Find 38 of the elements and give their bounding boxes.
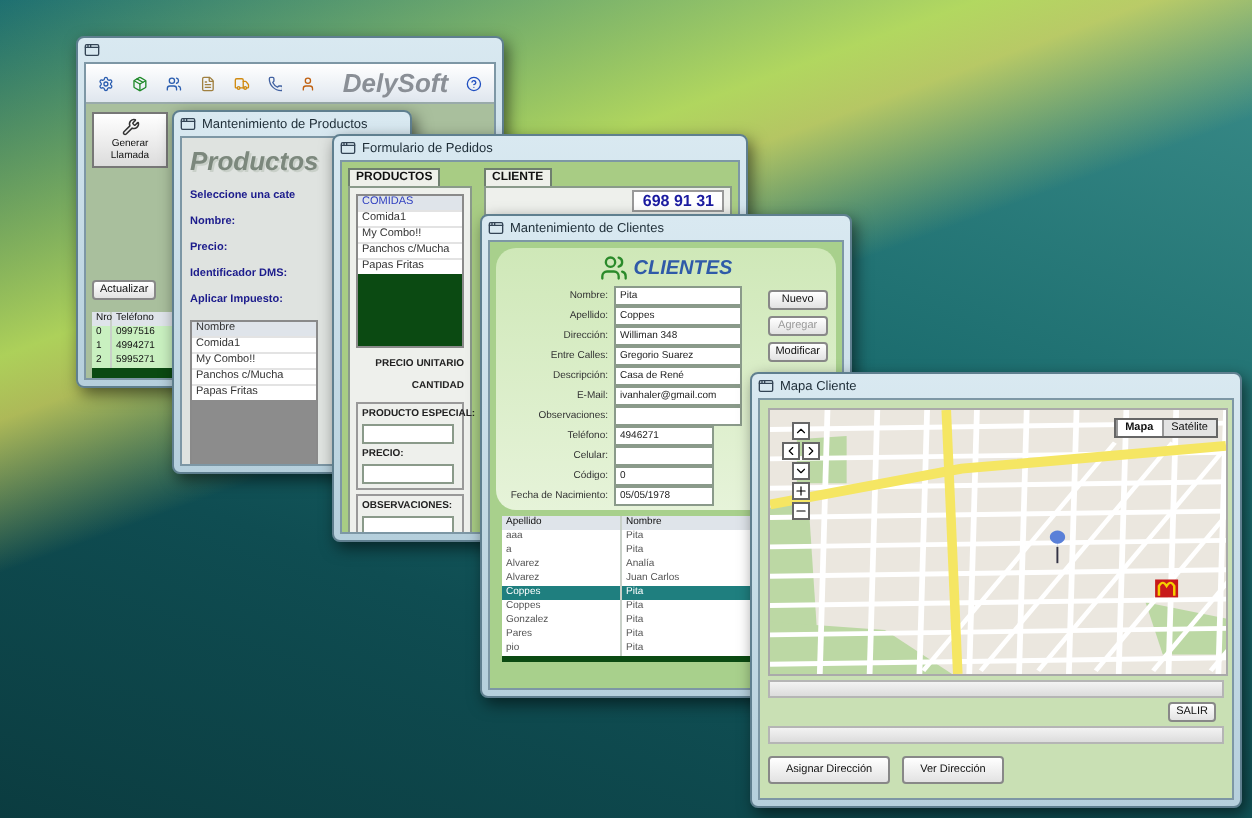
window-icon bbox=[340, 140, 356, 156]
pan-right-button[interactable] bbox=[802, 442, 820, 460]
heading: CLIENTES bbox=[633, 257, 733, 279]
scrollbar[interactable] bbox=[768, 726, 1224, 744]
text-field[interactable] bbox=[362, 424, 454, 444]
text-field[interactable] bbox=[614, 406, 742, 426]
left-icon bbox=[784, 444, 798, 458]
pan-left-button[interactable] bbox=[782, 442, 800, 460]
pan-down-button[interactable] bbox=[792, 462, 810, 480]
window-icon bbox=[488, 220, 504, 236]
package-icon[interactable] bbox=[131, 71, 148, 95]
minus-icon bbox=[794, 504, 808, 518]
window-icon bbox=[180, 116, 196, 132]
pan-up-button[interactable] bbox=[792, 422, 810, 440]
right-icon bbox=[804, 444, 818, 458]
text-field[interactable] bbox=[614, 446, 714, 466]
phone-number: 698 91 31 bbox=[632, 190, 724, 212]
tool-icon bbox=[121, 118, 139, 136]
down-icon bbox=[794, 464, 808, 478]
people-icon bbox=[599, 254, 628, 282]
person-icon[interactable] bbox=[300, 71, 317, 95]
gear-icon[interactable] bbox=[98, 71, 114, 95]
window-icon bbox=[758, 378, 774, 394]
scrollbar[interactable] bbox=[768, 680, 1224, 698]
up-icon bbox=[794, 424, 808, 438]
text-field[interactable] bbox=[362, 464, 454, 484]
phone-icon[interactable] bbox=[267, 71, 283, 95]
text-field[interactable] bbox=[362, 516, 454, 532]
heading: Productos bbox=[190, 146, 319, 176]
window-icon bbox=[84, 42, 100, 58]
zoom-out-button[interactable] bbox=[792, 502, 810, 520]
people-icon[interactable] bbox=[165, 71, 182, 95]
help-icon[interactable] bbox=[466, 71, 482, 95]
document-icon[interactable] bbox=[199, 71, 216, 95]
plus-icon bbox=[794, 484, 808, 498]
zoom-in-button[interactable] bbox=[792, 482, 810, 500]
logo: DelySoft bbox=[342, 68, 449, 98]
empty-list-area bbox=[358, 274, 462, 346]
